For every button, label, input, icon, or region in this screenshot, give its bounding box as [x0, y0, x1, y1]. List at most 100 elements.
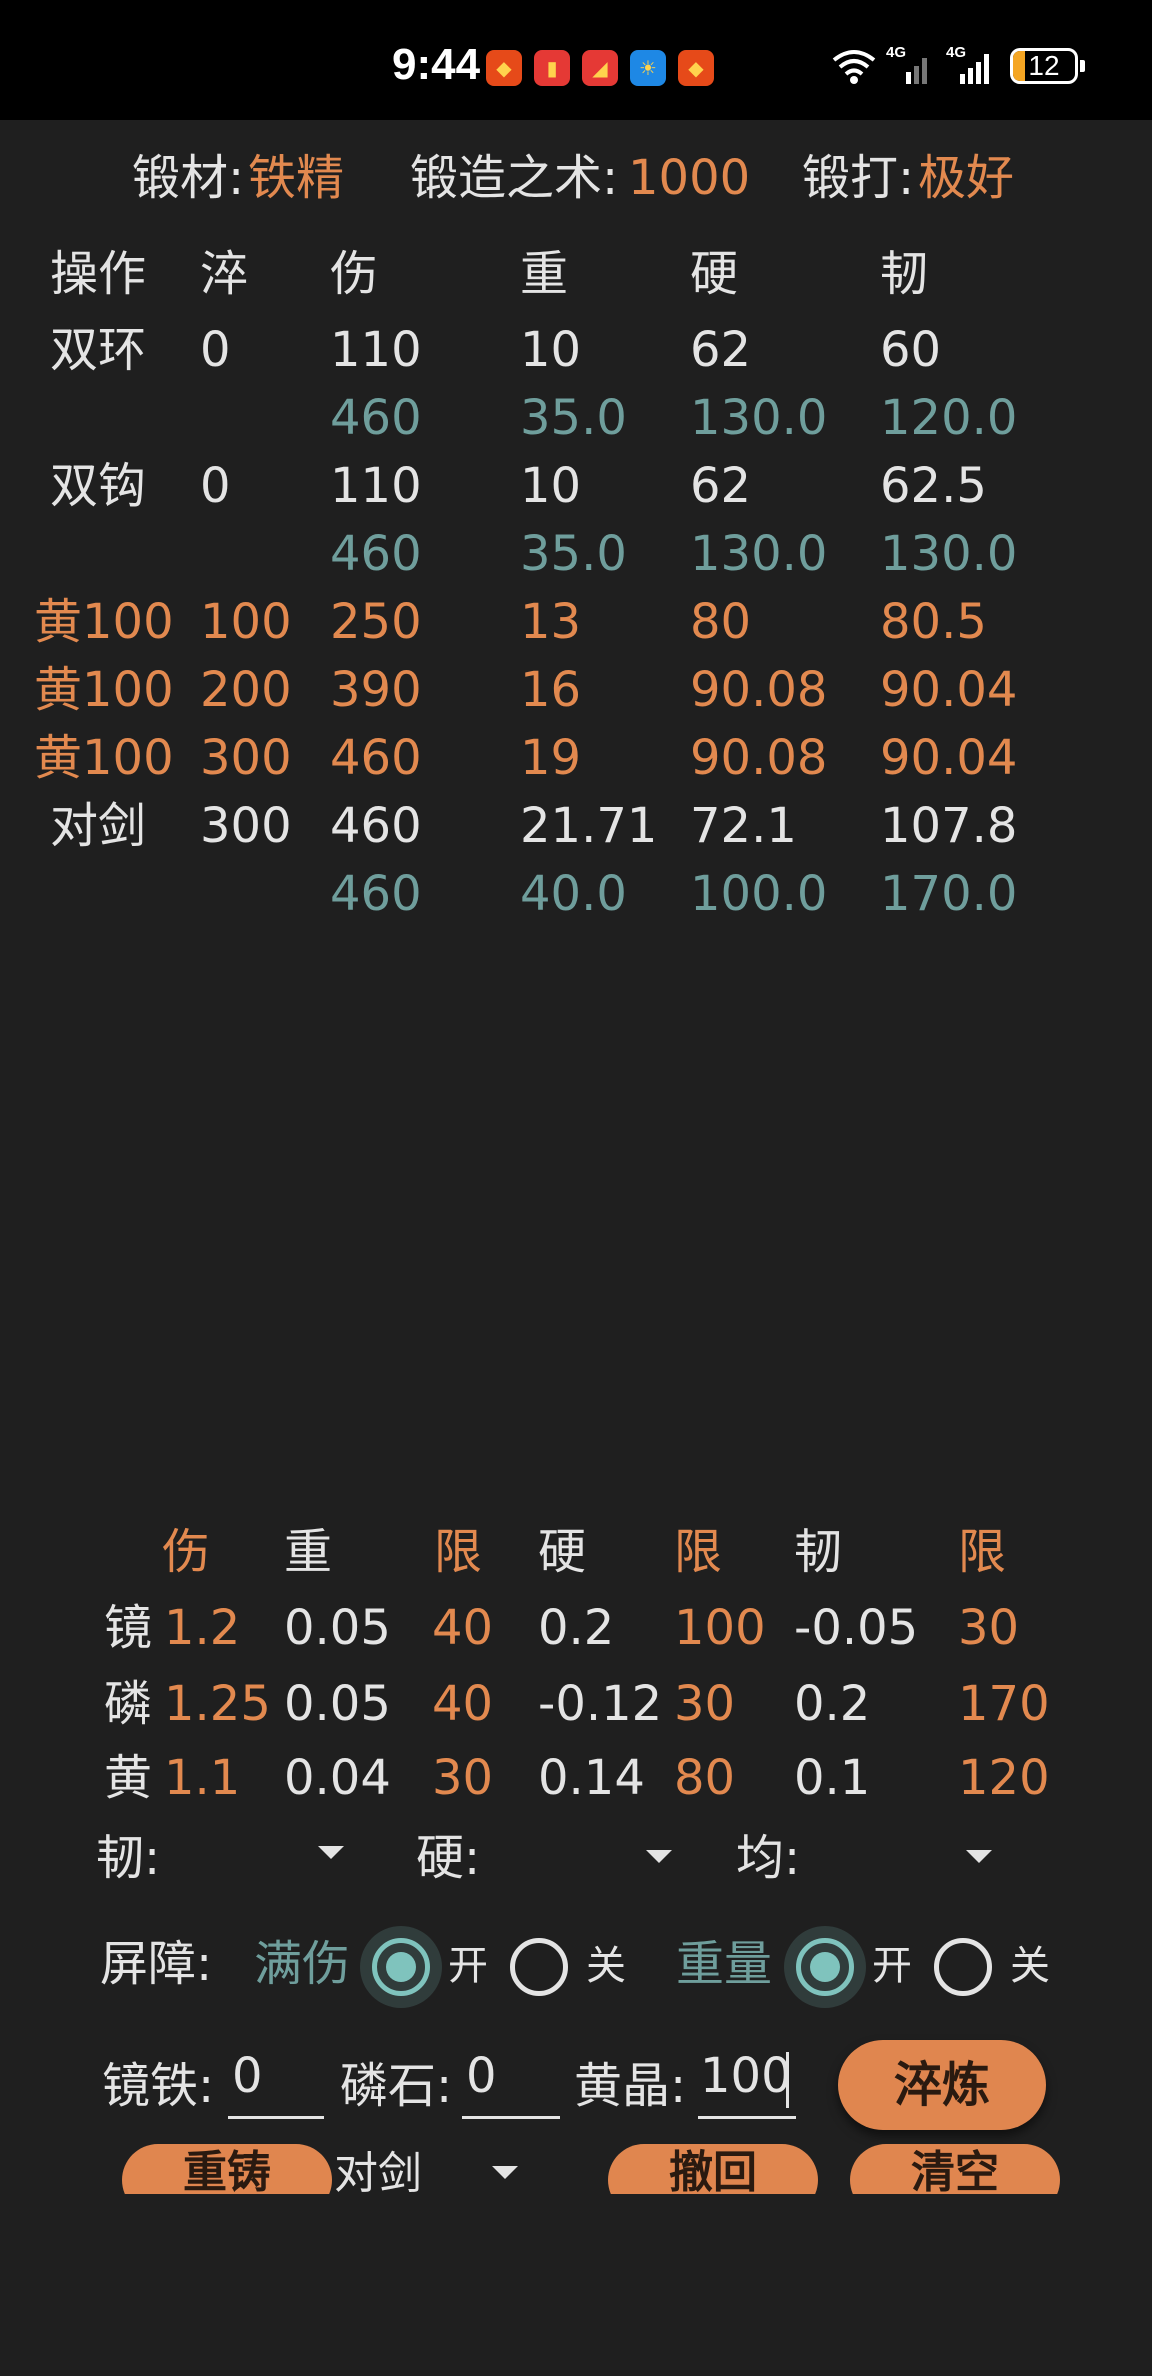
mirror-iron-field[interactable]: 0 [232, 2048, 263, 2104]
forging-skill-value: 1000 [628, 150, 751, 206]
toughness-select-label: 韧: [96, 1830, 161, 1886]
table-cell: 40 [432, 1676, 494, 1732]
coef-header-limit: 限 [674, 1524, 723, 1580]
strike-value: 极好 [918, 150, 1015, 206]
hardness-select[interactable]: 硬: [416, 1830, 676, 1890]
table-cell: 对剑 [50, 798, 147, 854]
full-damage-on-label: 开 [448, 1943, 488, 1989]
weight-on-radio[interactable] [796, 1938, 854, 1996]
table-cell: 10 [520, 322, 582, 378]
material-value: 铁精 [248, 150, 345, 206]
table-cell: 90.08 [690, 730, 828, 786]
table-cell: 110 [330, 458, 422, 514]
table-cell: 35.0 [520, 526, 627, 582]
chevron-down-icon [318, 1846, 344, 1859]
table-cell: 170 [958, 1676, 1050, 1732]
status-time: 9:44 [392, 40, 481, 89]
mirror-iron-underline [228, 2116, 324, 2119]
table-cell: 黄100 [34, 730, 174, 786]
notification-app-icon-4: ◆ [678, 50, 714, 86]
status-bar: 9:44 ◆ ▮ ◢ ☀ ◆ 4G 4G 12 [0, 0, 1152, 120]
table-cell: 35.0 [520, 390, 627, 446]
column-header-toughness: 韧 [880, 246, 929, 302]
coef-header-weight: 重 [284, 1524, 333, 1580]
table-cell: 21.71 [520, 798, 658, 854]
table-cell: 1.2 [164, 1600, 241, 1656]
weight-off-label: 关 [1010, 1943, 1050, 1989]
toughness-select[interactable]: 韧: [96, 1830, 356, 1890]
table-cell: 0 [200, 458, 231, 514]
table-cell: 0.2 [538, 1600, 615, 1656]
table-cell: 1.25 [164, 1676, 271, 1732]
weight-on-label: 开 [872, 1943, 912, 1989]
table-cell: 16 [520, 662, 582, 718]
table-cell: 0 [200, 322, 231, 378]
yellow-crystal-field[interactable]: 100 [700, 2048, 792, 2104]
material-label: 锻材: [132, 150, 245, 206]
quench-button[interactable]: 淬炼 [838, 2040, 1046, 2130]
full-damage-on-radio[interactable] [372, 1938, 430, 1996]
table-cell: 62 [690, 322, 752, 378]
table-cell: 80 [674, 1750, 736, 1806]
clear-button[interactable]: 清空 [850, 2144, 1060, 2194]
weather-app-icon: ☀ [630, 50, 666, 86]
table-cell: 19 [520, 730, 582, 786]
4g-signal-icon: 4G [886, 44, 934, 88]
table-cell: 13 [520, 594, 582, 650]
table-cell: 120 [958, 1750, 1050, 1806]
coef-header-limit: 限 [434, 1524, 483, 1580]
balance-select[interactable]: 均: [736, 1830, 996, 1890]
table-cell: 30 [432, 1750, 494, 1806]
battery-tip [1080, 60, 1085, 72]
table-cell: 460 [330, 526, 422, 582]
table-cell: 0.04 [284, 1750, 391, 1806]
table-cell: 72.1 [690, 798, 797, 854]
table-cell: 300 [200, 730, 292, 786]
full-damage-off-radio[interactable] [510, 1938, 568, 1996]
phosphor-underline [462, 2116, 560, 2119]
coef-header-hardness: 硬 [538, 1524, 587, 1580]
mirror-iron-label: 镜铁: [102, 2058, 215, 2114]
table-cell: 90.08 [690, 662, 828, 718]
4g-signal-icon: 4G [946, 44, 1002, 88]
table-cell: 100.0 [690, 866, 828, 922]
table-cell: 黄100 [34, 594, 174, 650]
table-cell: 0.05 [284, 1676, 391, 1732]
coef-row-label: 镜 [104, 1600, 153, 1656]
coef-header-limit: 限 [958, 1524, 1007, 1580]
notification-app-icon-2: ▮ [534, 50, 570, 86]
table-cell: 80 [690, 594, 752, 650]
table-cell: 460 [330, 730, 422, 786]
table-cell: 0.05 [284, 1600, 391, 1656]
battery-level: 12 [1028, 50, 1060, 81]
table-cell: 0.1 [794, 1750, 871, 1806]
table-cell: 250 [330, 594, 422, 650]
weight-off-radio[interactable] [934, 1938, 992, 1996]
forging-skill-label: 锻造之术: [410, 150, 619, 206]
wifi-icon [832, 50, 876, 84]
table-cell: 40.0 [520, 866, 627, 922]
table-cell: 62 [690, 458, 752, 514]
full-damage-off-label: 关 [586, 1943, 626, 1989]
coef-row-label: 磷 [104, 1676, 153, 1732]
table-cell: 0.2 [794, 1676, 871, 1732]
table-cell: 30 [674, 1676, 736, 1732]
column-header-weight: 重 [520, 246, 569, 302]
table-cell: 460 [330, 866, 422, 922]
table-cell: 460 [330, 798, 422, 854]
column-header-operation: 操作 [50, 246, 147, 302]
table-cell: 40 [432, 1600, 494, 1656]
undo-button[interactable]: 撤回 [608, 2144, 818, 2194]
table-cell: 200 [200, 662, 292, 718]
weapon-select[interactable]: 对剑 [334, 2146, 534, 2194]
column-header-hardness: 硬 [690, 246, 739, 302]
battery-icon: 12 [1010, 48, 1078, 84]
table-cell: 1.1 [164, 1750, 241, 1806]
recast-button[interactable]: 重铸 [122, 2144, 332, 2194]
barrier-label: 屏障: [100, 1936, 213, 1992]
text-cursor [786, 2052, 789, 2108]
weight-label: 重量 [676, 1936, 773, 1992]
bottom-action-row: 重铸 对剑 撤回 清空 [0, 2142, 1152, 2194]
coef-header-toughness: 韧 [794, 1524, 843, 1580]
phosphor-field[interactable]: 0 [466, 2048, 497, 2104]
